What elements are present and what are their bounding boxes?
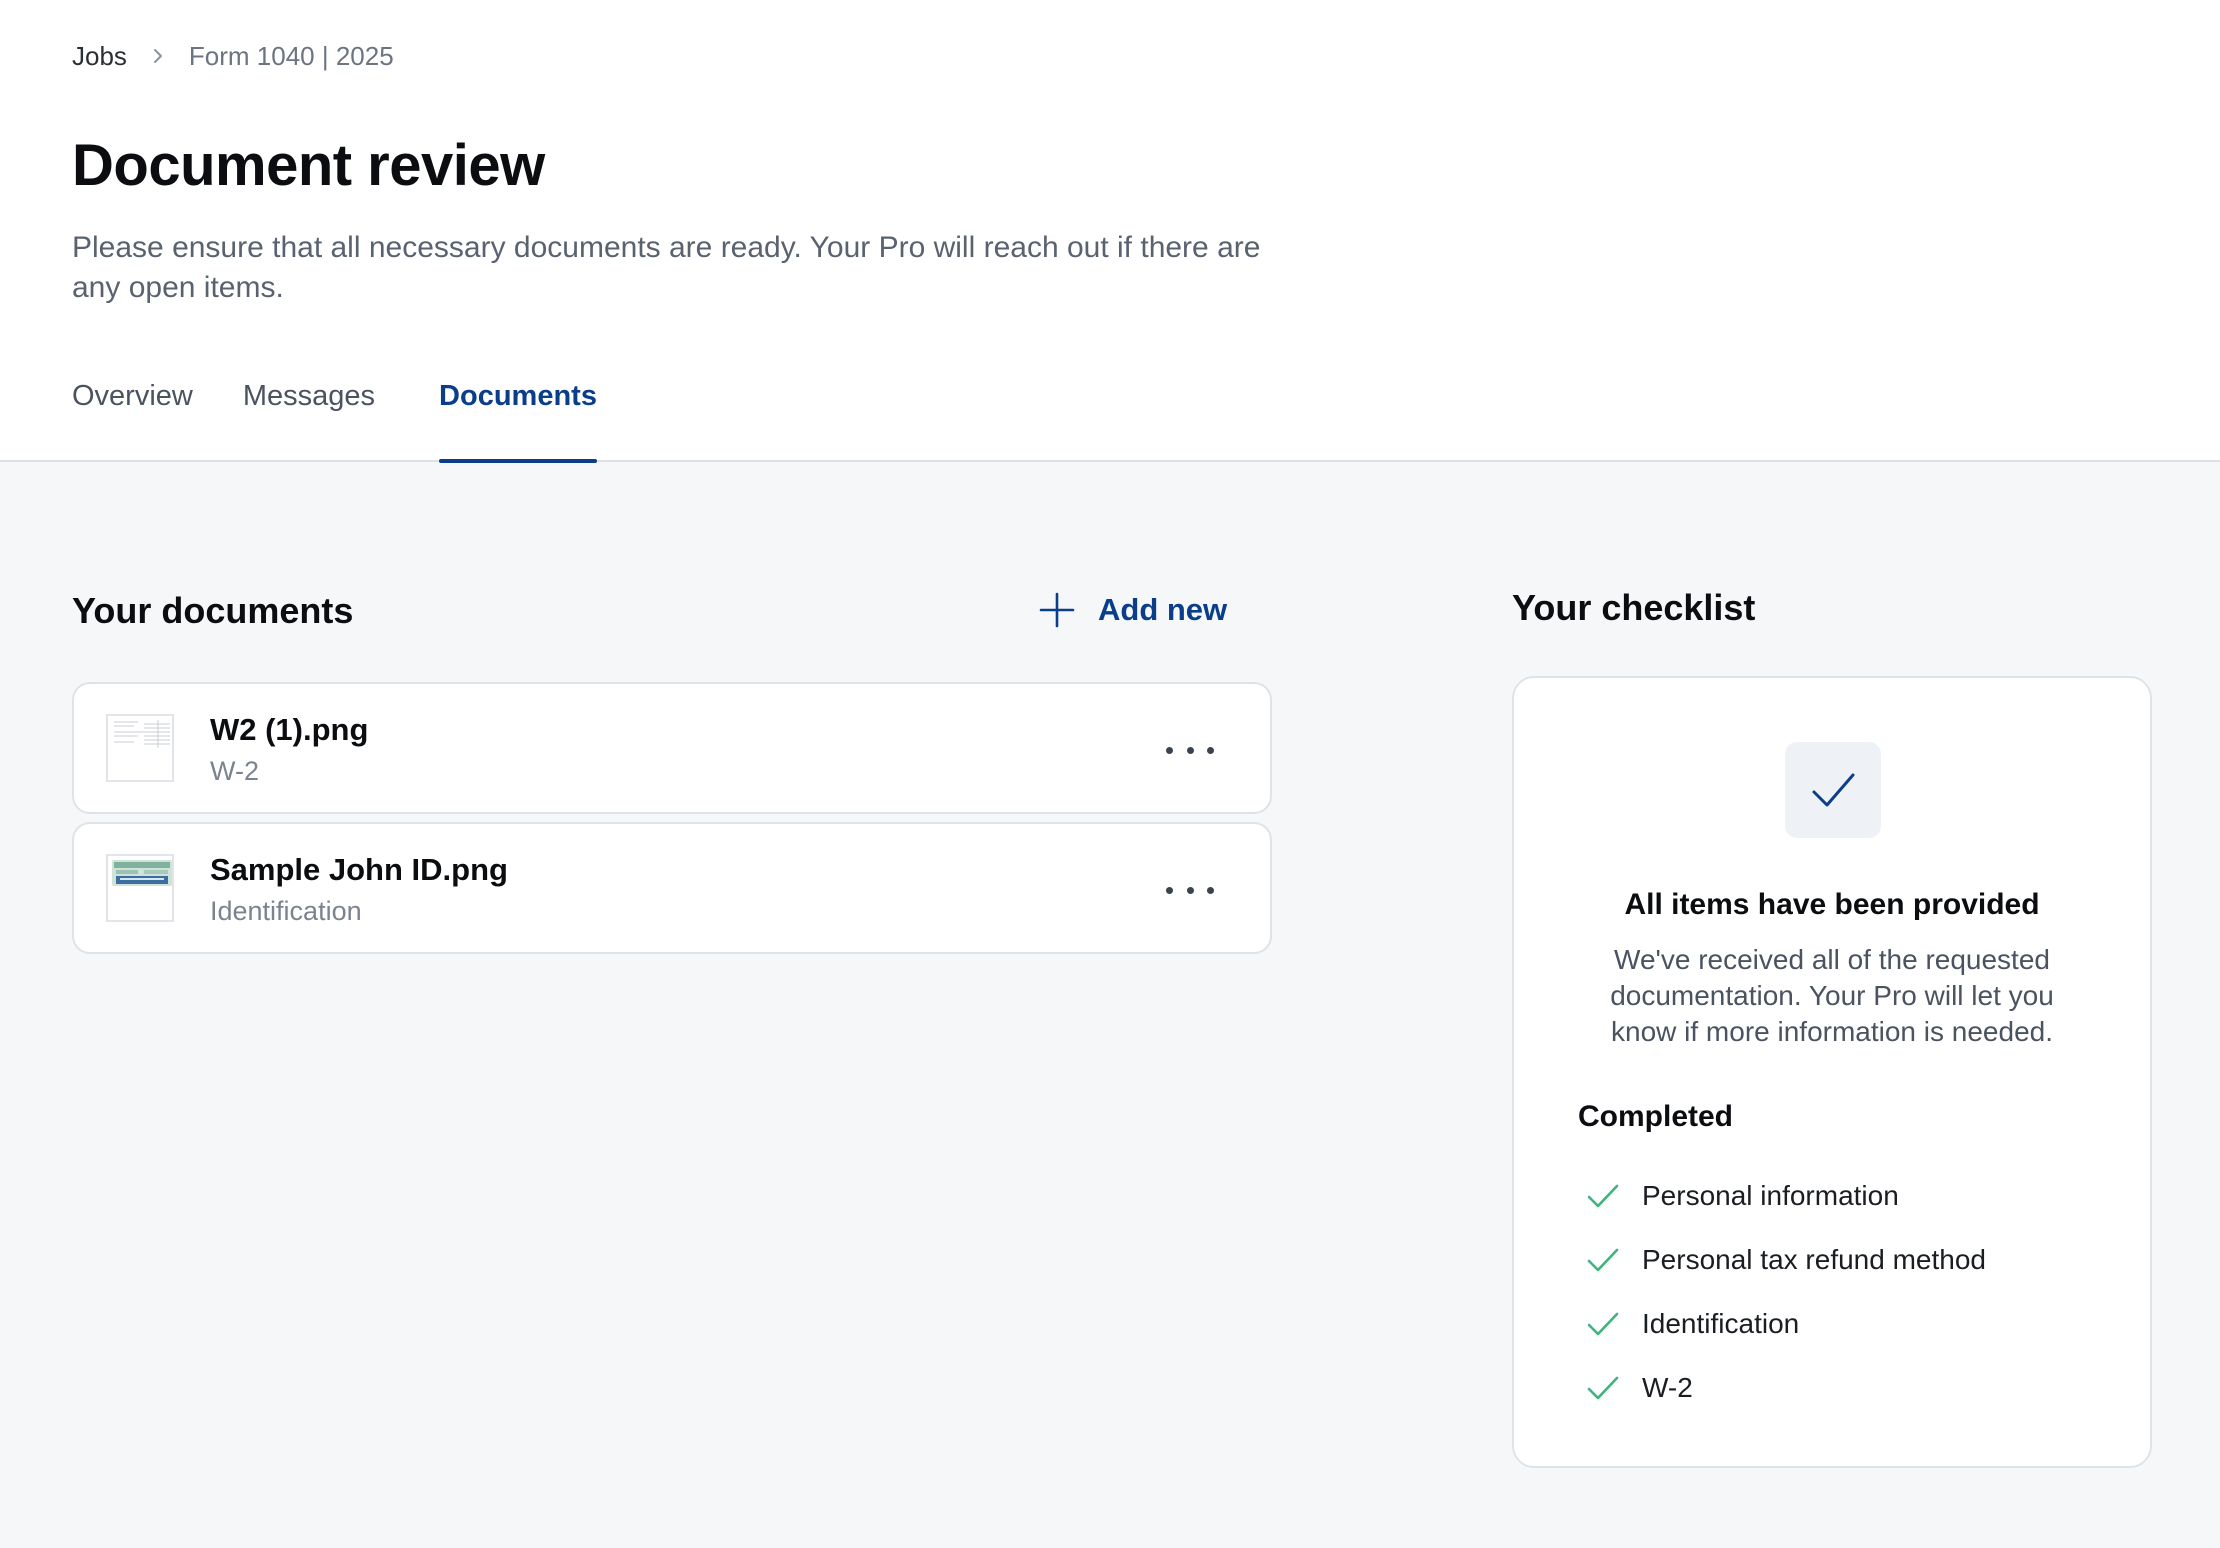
check-icon xyxy=(1587,1184,1619,1208)
checklist-section-title: Your checklist xyxy=(1512,587,1756,628)
add-new-label: Add new xyxy=(1098,592,1228,627)
breadcrumb-jobs-link[interactable]: Jobs xyxy=(72,41,127,72)
chevron-right-icon xyxy=(141,39,175,73)
tab-documents[interactable]: Documents xyxy=(439,378,597,463)
checklist-item: W-2 xyxy=(1578,1356,1986,1420)
plus-icon xyxy=(1039,592,1075,628)
checklist-item-label: Personal information xyxy=(1642,1180,1899,1211)
w2-form-thumbnail-icon xyxy=(106,714,174,782)
tab-bar: Overview Messages Documents xyxy=(72,378,597,463)
more-options-icon[interactable] xyxy=(1166,870,1214,910)
document-name: W2 (1).png xyxy=(210,712,369,747)
page-description: Please ensure that all necessary documen… xyxy=(72,231,1261,304)
document-card[interactable]: Sample John ID.png Identification xyxy=(72,822,1272,954)
checklist-heading: All items have been provided xyxy=(1624,888,2040,921)
page-header: Jobs Form 1040 | 2025 Document review Pl… xyxy=(0,0,2220,463)
page-title: Document review xyxy=(72,133,545,198)
checklist-card: All items have been provided We've recei… xyxy=(1512,676,2152,1468)
completed-list: Personal information Personal tax refund… xyxy=(1578,1164,1986,1420)
document-card[interactable]: W2 (1).png W-2 xyxy=(72,682,1272,814)
checklist-item-label: Personal tax refund method xyxy=(1642,1244,1986,1275)
checkmark-badge-icon xyxy=(1785,742,1881,838)
document-type: W-2 xyxy=(210,756,260,786)
check-icon xyxy=(1587,1248,1619,1272)
document-name: Sample John ID.png xyxy=(210,852,508,887)
breadcrumb-current: Form 1040 | 2025 xyxy=(188,40,394,71)
check-icon xyxy=(1587,1376,1619,1400)
checklist-message: We've received all of the requested docu… xyxy=(1610,944,2054,1047)
checklist-item-label: Identification xyxy=(1642,1308,1800,1339)
checklist-item: Personal tax refund method xyxy=(1578,1228,1986,1292)
completed-label: Completed xyxy=(1578,1100,1734,1133)
id-card-thumbnail-icon xyxy=(106,854,174,922)
check-icon xyxy=(1587,1312,1619,1336)
tab-overview[interactable]: Overview xyxy=(72,378,193,462)
checklist-item: Identification xyxy=(1578,1292,1986,1356)
document-type: Identification xyxy=(210,896,362,926)
checklist-item: Personal information xyxy=(1578,1164,1986,1228)
add-new-button[interactable]: Add new xyxy=(1038,590,1227,630)
more-options-icon[interactable] xyxy=(1166,730,1214,770)
checklist-item-label: W-2 xyxy=(1642,1372,1693,1403)
tab-messages[interactable]: Messages xyxy=(243,378,375,462)
documents-section-title: Your documents xyxy=(72,590,354,631)
breadcrumb: Jobs Form 1040 | 2025 xyxy=(72,38,394,74)
